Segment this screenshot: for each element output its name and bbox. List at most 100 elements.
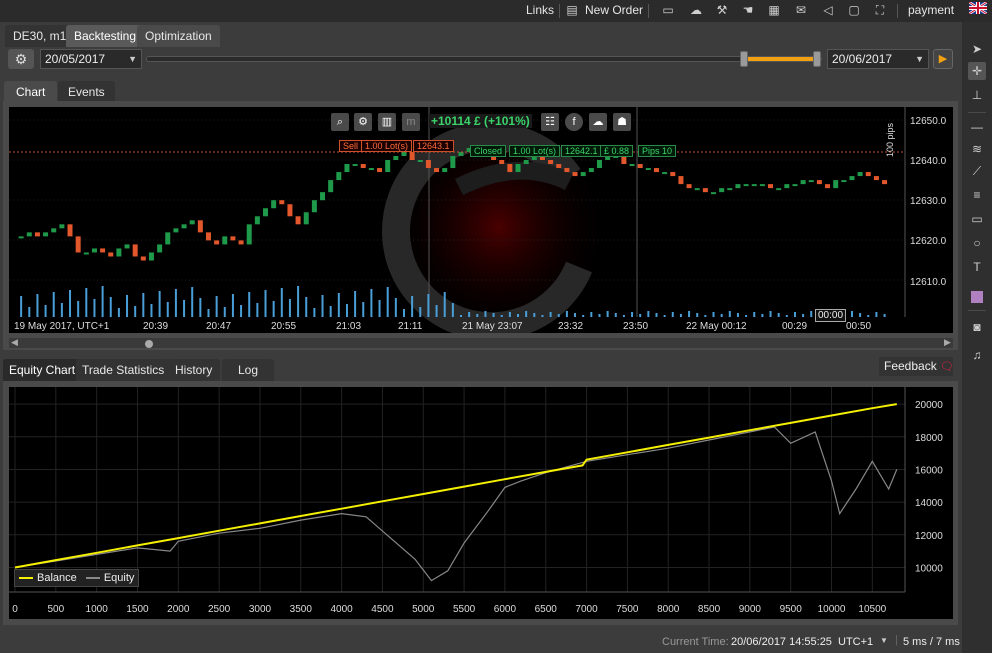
volume-bar <box>745 315 748 317</box>
volume-bar <box>590 312 593 317</box>
range-end-handle[interactable] <box>813 51 821 67</box>
hand-icon[interactable]: ☚ <box>740 2 756 18</box>
volume-bar <box>508 312 511 317</box>
candle <box>621 155 627 165</box>
volume-bar <box>574 313 577 317</box>
bell-icon[interactable]: ♫ <box>968 346 986 364</box>
x-tick-label: 9500 <box>780 604 803 615</box>
drawing-toolbar: ➤ ✛ ⊥ — ≋ ⟋ ≡ ▭ ○ T ◙ ♫ <box>962 22 992 653</box>
tools-icon[interactable]: ⚒ <box>714 2 730 18</box>
cloud-icon[interactable]: ☁ <box>589 113 607 131</box>
color-picker-icon[interactable] <box>968 288 986 306</box>
candle <box>344 164 350 173</box>
volume-bar <box>150 304 153 317</box>
timezone-select[interactable]: UTC+1 <box>838 636 873 648</box>
ellipse-icon[interactable]: ○ <box>968 234 986 252</box>
sound-icon[interactable]: ◁ <box>820 2 836 18</box>
tab-symbol[interactable]: DE30, m1 <box>5 25 75 47</box>
window-icon[interactable]: ▢ <box>846 2 862 18</box>
crosshair-icon[interactable]: ✛ <box>968 62 986 80</box>
tab-chart[interactable]: Chart <box>4 81 58 102</box>
channel-icon[interactable]: ≡ <box>968 186 986 204</box>
legend-equity: Equity <box>103 572 135 584</box>
trendline-icon[interactable]: ⟋ <box>968 162 986 180</box>
volume-bar <box>761 314 764 317</box>
text-icon[interactable]: T <box>968 258 986 276</box>
chevron-down-icon: ▼ <box>128 54 137 64</box>
end-date-select[interactable]: 20/06/2017 ▼ <box>827 49 929 69</box>
start-backtest-button[interactable]: ▶ <box>933 49 953 69</box>
ruler-icon[interactable]: ⊥ <box>968 86 986 104</box>
new-order-button[interactable]: New Order <box>585 3 643 17</box>
rectangle-icon[interactable]: ▭ <box>968 210 986 228</box>
candle <box>320 192 326 201</box>
horizontal-line-icon[interactable]: — <box>968 118 986 136</box>
tab-events[interactable]: Events <box>58 81 115 102</box>
scrollbar-thumb[interactable] <box>145 340 153 348</box>
candle <box>458 151 464 156</box>
fullscreen-icon[interactable]: ⛶ <box>872 2 888 18</box>
volume-bar <box>378 300 381 317</box>
volume-bar <box>427 294 430 317</box>
start-date-value: 20/05/2017 <box>45 52 106 66</box>
calculator-icon[interactable]: ▦ <box>766 2 782 18</box>
volume-bar <box>305 297 308 317</box>
equity-grid <box>9 387 906 593</box>
start-date-select[interactable]: 20/05/2017 ▼ <box>40 49 142 69</box>
chart-settings-icon[interactable]: ⚙ <box>354 113 372 131</box>
candle <box>768 184 774 189</box>
volume-bar <box>370 289 373 317</box>
candle <box>735 184 741 189</box>
tab-trade-statistics[interactable]: Trade Statistics <box>76 359 171 381</box>
zoom-icon[interactable]: ⌕ <box>331 113 349 131</box>
fibonacci-icon[interactable]: ≋ <box>968 140 986 158</box>
video-icon[interactable]: ▭ <box>660 2 676 18</box>
uk-flag-icon[interactable] <box>968 0 988 18</box>
candle <box>686 184 692 189</box>
range-start-handle[interactable] <box>740 51 748 67</box>
user-menu[interactable]: payment <box>908 3 954 17</box>
scroll-right-icon[interactable]: ▶ <box>944 337 951 348</box>
user-icon[interactable]: ☗ <box>613 113 631 131</box>
camera-icon[interactable]: ◙ <box>968 318 986 336</box>
scroll-left-icon[interactable]: ◀ <box>11 337 18 348</box>
candles-icon[interactable]: ▥ <box>378 113 396 131</box>
candle <box>596 160 602 169</box>
closed-profit-label: £ 0.88 <box>600 145 634 157</box>
candle <box>857 172 863 177</box>
tab-log[interactable]: Log <box>222 359 275 381</box>
checklist-icon[interactable]: ☷ <box>541 113 559 131</box>
volume-bar <box>720 314 723 317</box>
volume-bar <box>606 311 609 317</box>
cloud-icon[interactable]: ☁ <box>688 2 704 18</box>
volume-bar <box>321 295 324 317</box>
date-range-slider[interactable] <box>146 56 822 62</box>
volume-bar <box>850 311 853 317</box>
tab-history[interactable]: History <box>167 359 221 381</box>
new-order-icon[interactable]: ▤ <box>564 2 580 18</box>
mail-icon[interactable]: ✉ <box>793 2 809 18</box>
candle <box>548 160 554 165</box>
settings-button[interactable]: ⚙ <box>8 49 34 69</box>
volume-bar <box>598 314 601 317</box>
timeframe-icon[interactable]: m <box>402 113 420 131</box>
price-tick: 12610.0 <box>910 277 947 288</box>
chevron-down-icon[interactable]: ▼ <box>880 636 888 645</box>
facebook-icon[interactable]: f <box>565 113 583 131</box>
candle <box>572 172 578 177</box>
feedback-button[interactable]: Feedback 🗨 <box>879 357 954 376</box>
volume-bar <box>582 315 585 317</box>
equity-chart[interactable]: 0 500 1000 1500 2000 2500 3000 3500 4000 4500 5000… <box>9 387 953 619</box>
current-time-value: 20/06/2017 14:55:25 <box>731 636 832 648</box>
volume-bar <box>451 303 454 317</box>
links-menu[interactable]: Links <box>526 3 554 17</box>
candle <box>751 184 757 187</box>
price-chart[interactable]: ⌕ ⚙ ▥ m +10114 £ (+101%) ☷ f ☁ ☗ Sell 1.… <box>9 107 953 333</box>
candle <box>792 184 798 187</box>
tab-backtesting[interactable]: Backtesting <box>66 25 145 47</box>
y-tick-label: 20000 <box>915 400 943 411</box>
pointer-icon[interactable]: ➤ <box>968 40 986 58</box>
x-tick-label: 4000 <box>330 604 353 615</box>
tab-optimization[interactable]: Optimization <box>137 25 220 47</box>
tab-equity-chart[interactable]: Equity Chart <box>3 359 82 381</box>
